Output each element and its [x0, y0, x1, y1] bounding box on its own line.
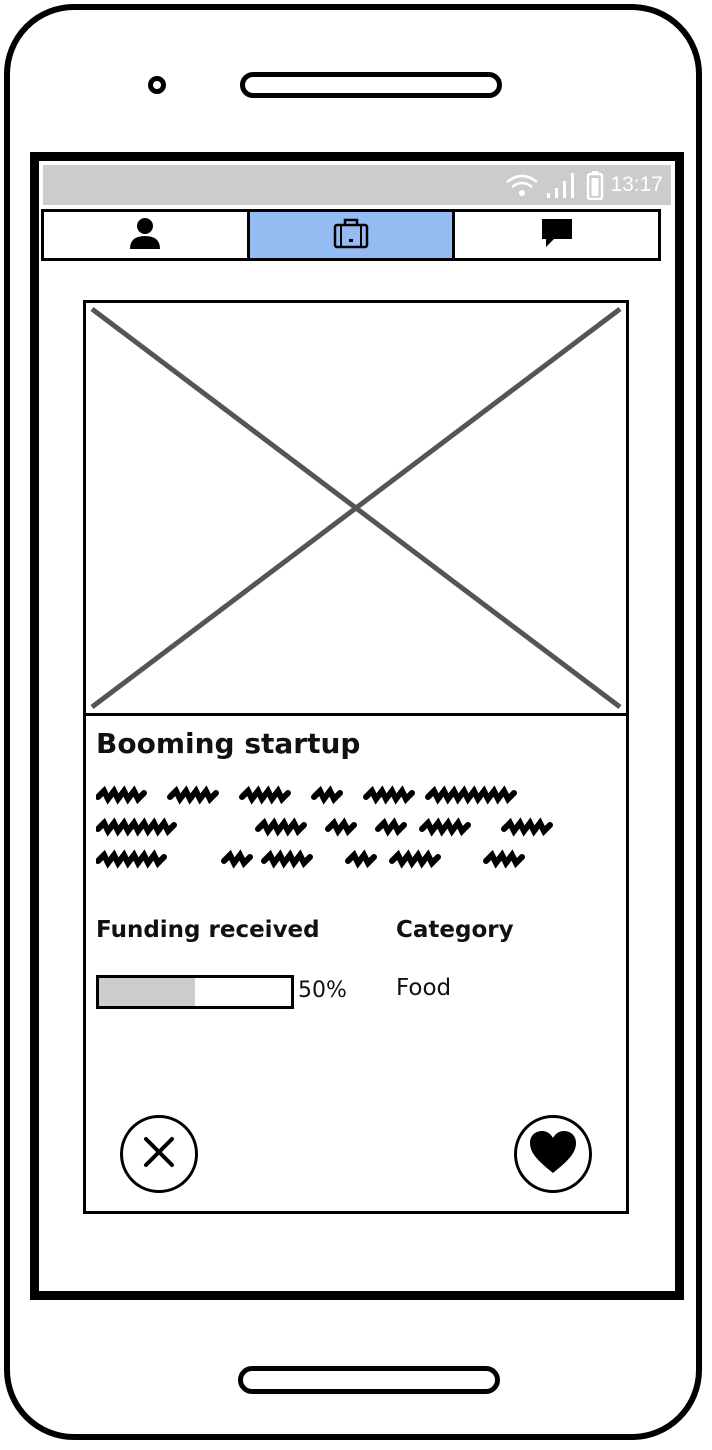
like-button[interactable]: [514, 1115, 592, 1193]
dismiss-button[interactable]: [120, 1115, 198, 1193]
tab-profile[interactable]: [44, 212, 247, 258]
tab-startups[interactable]: [246, 212, 453, 258]
mockup-stage: 13:17 Booming startup Funding received C…: [0, 0, 712, 1450]
tab-bar: [41, 209, 661, 261]
category-label: Category: [396, 917, 514, 943]
person-icon: [128, 216, 162, 255]
status-bar: 13:17: [43, 165, 671, 205]
phone-screen: 13:17 Booming startup Funding received C…: [30, 152, 684, 1300]
wifi-icon: [504, 172, 540, 198]
startup-card[interactable]: Booming startup Funding received Categor…: [83, 300, 629, 1214]
close-icon: [142, 1135, 176, 1174]
funding-label: Funding received: [96, 917, 320, 943]
bottom-speaker: [238, 1366, 500, 1394]
funding-progress-bar: [96, 975, 294, 1009]
chat-icon: [540, 217, 574, 254]
heart-icon: [528, 1129, 578, 1180]
card-title: Booming startup: [96, 727, 361, 760]
battery-icon: [586, 170, 604, 200]
top-speaker: [240, 72, 502, 98]
status-indicators: 13:17: [504, 169, 663, 201]
tab-messages[interactable]: [452, 212, 658, 258]
signal-icon: [546, 171, 580, 199]
camera-icon: [148, 76, 166, 94]
funding-progress-fill: [99, 978, 195, 1006]
funding-progress-text: 50%: [298, 978, 347, 1003]
image-placeholder: [86, 303, 626, 716]
status-time: 13:17: [610, 173, 663, 196]
category-value: Food: [396, 975, 452, 1001]
briefcase-icon: [333, 217, 369, 254]
description-scribble: [95, 785, 596, 880]
